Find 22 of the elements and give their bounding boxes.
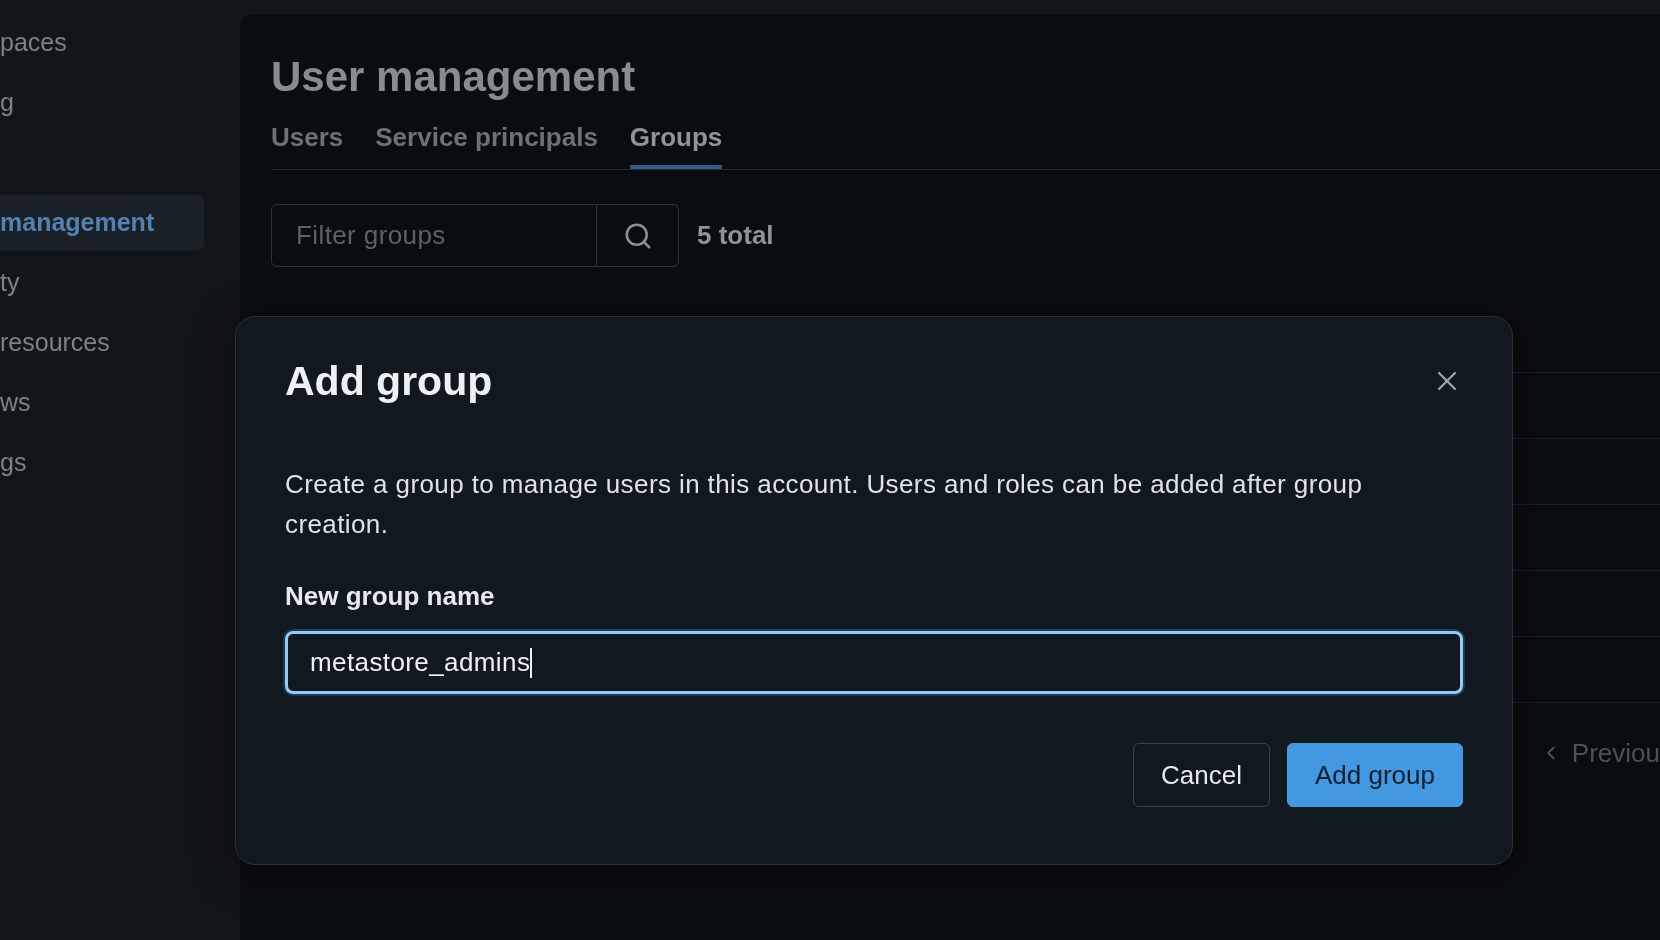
field-label: New group name [285, 580, 496, 612]
sidebar-item[interactable]: ty [0, 255, 204, 311]
dialog-title: Add group [285, 357, 493, 406]
sidebar-item[interactable]: paces [0, 15, 204, 71]
tab[interactable]: Groups [629, 121, 723, 169]
search-button[interactable] [597, 204, 679, 267]
text-cursor-icon [530, 647, 533, 678]
filter-input[interactable]: Filter groups [271, 204, 597, 267]
sidebar-item[interactable]: gs [0, 435, 204, 491]
dialog-description: Create a group to manage users in this account. Users and roles can be added after group creation. [285, 468, 1364, 541]
group-name-input[interactable]: metastore_admins [285, 631, 1463, 694]
total-count: 5 total [697, 219, 774, 252]
sidebar-item[interactable]: management [0, 195, 204, 251]
tab[interactable]: Users [271, 121, 344, 169]
tab[interactable]: Service principals [375, 121, 598, 169]
sidebar-item[interactable]: resources [0, 315, 204, 371]
sidebar-item[interactable]: ws [0, 375, 204, 431]
cancel-button[interactable]: Cancel [1133, 743, 1270, 807]
add-group-button[interactable]: Add group [1287, 743, 1463, 807]
previous-page-link[interactable]: Previou [1571, 738, 1660, 768]
sidebar-item[interactable]: g [0, 75, 204, 131]
page-title: User management [271, 52, 637, 102]
